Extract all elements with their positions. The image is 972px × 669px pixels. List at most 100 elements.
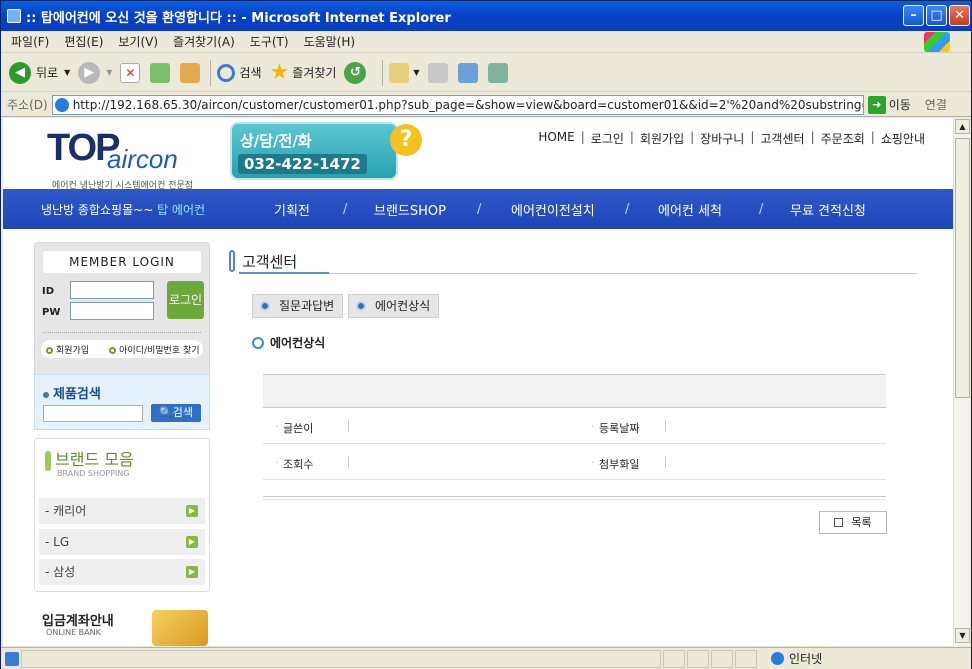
search-button[interactable]: 검색 [217, 63, 262, 82]
forward-arrow-icon: ▶ [78, 61, 101, 84]
nav-divider: | [750, 130, 755, 144]
bank-title: 입금계좌안내 [42, 614, 114, 629]
table-row: · 조회수 · 첨부화일 [263, 444, 886, 480]
menu-edit[interactable]: 편집(E) [64, 33, 103, 50]
phone-number: 032-422-1472 [238, 154, 367, 174]
bank-info[interactable]: 입금계좌안내 ONLINE BANK [34, 608, 210, 646]
page-content: TOP aircon 에어컨 냉난방기 시스템에어컨 전문점 상/담/전/화 0… [3, 118, 953, 646]
forward-button[interactable]: ▶ ▼ [78, 61, 112, 84]
toolbar-separator [210, 59, 212, 86]
mail-dropdown-icon[interactable]: ▼ [413, 68, 419, 77]
back-button[interactable]: ◀ 뒤로 ▼ [9, 61, 70, 84]
tab-qna[interactable]: 질문과답변 [252, 294, 344, 318]
gnb-estimate[interactable]: 무료 견적신청 [790, 200, 866, 219]
close-button[interactable]: ✕ [949, 5, 970, 26]
gnb-brand-shop[interactable]: 브랜드SHOP [374, 200, 446, 219]
browser-window: :: 탑에어컨에 오신 것을 환영합니다 :: - Microsoft Inte… [0, 0, 972, 669]
brand-item-carrier[interactable]: - 캐리어 ▶ [39, 498, 205, 524]
find-account-link[interactable]: 아이디/비밀번호 찾기 [109, 343, 209, 356]
brand-box: 브랜드 모음 BRAND SHOPPING - 캐리어 ▶ - LG ▶ - 삼성 ▶ [34, 438, 210, 592]
gnb-special[interactable]: 기획전 [274, 200, 310, 219]
menu-file[interactable]: 파일(F) [11, 33, 49, 50]
promo-text: 냉난방 종합쇼핑몰~~ 탑 에어컨 [41, 201, 205, 218]
login-button[interactable]: 로그인 [167, 281, 204, 319]
cell-divider [665, 456, 666, 468]
phone-label: 상/담/전/화 [240, 132, 312, 150]
tab-label: 질문과답변 [279, 299, 335, 313]
title-pill-icon [229, 250, 235, 272]
product-search-button[interactable]: 🔍검색 [151, 404, 201, 422]
messenger-icon[interactable] [487, 62, 508, 83]
id-input[interactable] [70, 281, 154, 299]
nav-divider: | [870, 130, 875, 144]
history-icon[interactable]: ↺ [344, 61, 367, 84]
circle-bullet-icon [252, 336, 264, 349]
table-bottom-border [263, 496, 886, 500]
nav-divider: | [580, 130, 585, 144]
row-dot: · [275, 456, 279, 469]
board-subtitle: 에어컨상식 [252, 334, 325, 351]
vertical-scrollbar[interactable]: ▲ ▼ [953, 118, 970, 646]
tab-aircon-tips[interactable]: 에어컨상식 [348, 294, 440, 318]
writer-label: 글쓴이 [283, 422, 314, 435]
back-dropdown-icon[interactable]: ▼ [64, 68, 70, 77]
search-icon [217, 63, 236, 82]
row-dot: · [591, 420, 595, 433]
menu-help[interactable]: 도움말(H) [304, 33, 356, 50]
stop-icon[interactable]: ✕ [120, 62, 141, 83]
views-label: 조회수 [283, 458, 314, 471]
menu-tools[interactable]: 도구(T) [250, 33, 289, 50]
status-cell [663, 649, 685, 668]
topnav-login[interactable]: 로그인 [591, 130, 624, 147]
edit-icon[interactable] [457, 62, 478, 83]
topnav-home[interactable]: HOME [538, 130, 574, 147]
page-title: 고객센터 [229, 250, 297, 272]
global-navigation: 냉난방 종합쇼핑몰~~ 탑 에어컨 기획전 / 브랜드SHOP / 에어컨이전설… [3, 189, 953, 229]
phone-banner: 상/담/전/화 032-422-1472 ? [230, 122, 422, 188]
topnav-guide[interactable]: 쇼핑안내 [881, 130, 925, 147]
address-url: http://192.168.65.30/aircon/customer/cus… [72, 97, 864, 112]
go-button[interactable]: ➜ 이동 [867, 95, 911, 114]
pw-input[interactable] [70, 302, 154, 320]
site-logo[interactable]: TOP aircon 에어컨 냉난방기 시스템에어컨 전문점 [47, 127, 193, 191]
mail-icon[interactable] [389, 62, 410, 83]
attachment-label: 첨부화일 [599, 458, 640, 471]
topnav-support[interactable]: 고객센터 [760, 130, 804, 147]
topnav-orders[interactable]: 주문조회 [821, 130, 865, 147]
status-cell [735, 649, 757, 668]
post-detail-table: · 글쓴이 · 등록날짜 · 조회수 · 첨부화일 [263, 374, 886, 500]
menu-favorites[interactable]: 즐겨찾기(A) [173, 33, 235, 50]
cell-divider [348, 420, 349, 432]
gnb-divider: / [343, 201, 348, 217]
topnav-join[interactable]: 회원가입 [640, 130, 684, 147]
tab-bullet-icon [260, 301, 270, 311]
topnav-cart[interactable]: 장바구니 [700, 130, 744, 147]
address-input[interactable]: http://192.168.65.30/aircon/customer/cus… [51, 94, 864, 115]
pw-label: PW [42, 307, 61, 318]
join-link[interactable]: 회원가입 [46, 343, 99, 356]
minimize-button[interactable]: – [903, 5, 924, 26]
brand-item-samsung[interactable]: - 삼성 ▶ [39, 559, 205, 585]
bullet-icon [46, 346, 53, 354]
scroll-up-icon[interactable]: ▲ [955, 119, 970, 134]
scroll-down-icon[interactable]: ▼ [955, 628, 970, 643]
print-icon[interactable] [427, 62, 448, 83]
gnb-cleaning[interactable]: 에어컨 세척 [658, 200, 722, 219]
find-label: 아이디/비밀번호 찾기 [119, 345, 200, 356]
scroll-thumb[interactable] [955, 138, 970, 398]
home-icon[interactable] [180, 62, 201, 83]
gnb-relocation[interactable]: 에어컨이전설치 [511, 200, 595, 219]
list-button[interactable]: 목록 [819, 511, 887, 534]
links-button[interactable]: 연결 [925, 96, 947, 113]
search-title-label: 제품검색 [53, 387, 101, 402]
brand-subtitle: BRAND SHOPPING [57, 469, 130, 478]
product-search-title: 제품검색 [43, 383, 101, 402]
refresh-icon[interactable] [150, 62, 171, 83]
menu-view[interactable]: 보기(V) [118, 33, 158, 50]
forward-dropdown-icon[interactable]: ▼ [106, 68, 112, 77]
id-label: ID [42, 286, 55, 297]
brand-item-lg[interactable]: - LG ▶ [39, 529, 205, 555]
maximize-button[interactable]: □ [926, 5, 947, 26]
favorites-button[interactable]: ★ 즐겨찾기 [270, 61, 337, 83]
product-search-input[interactable] [43, 405, 143, 422]
